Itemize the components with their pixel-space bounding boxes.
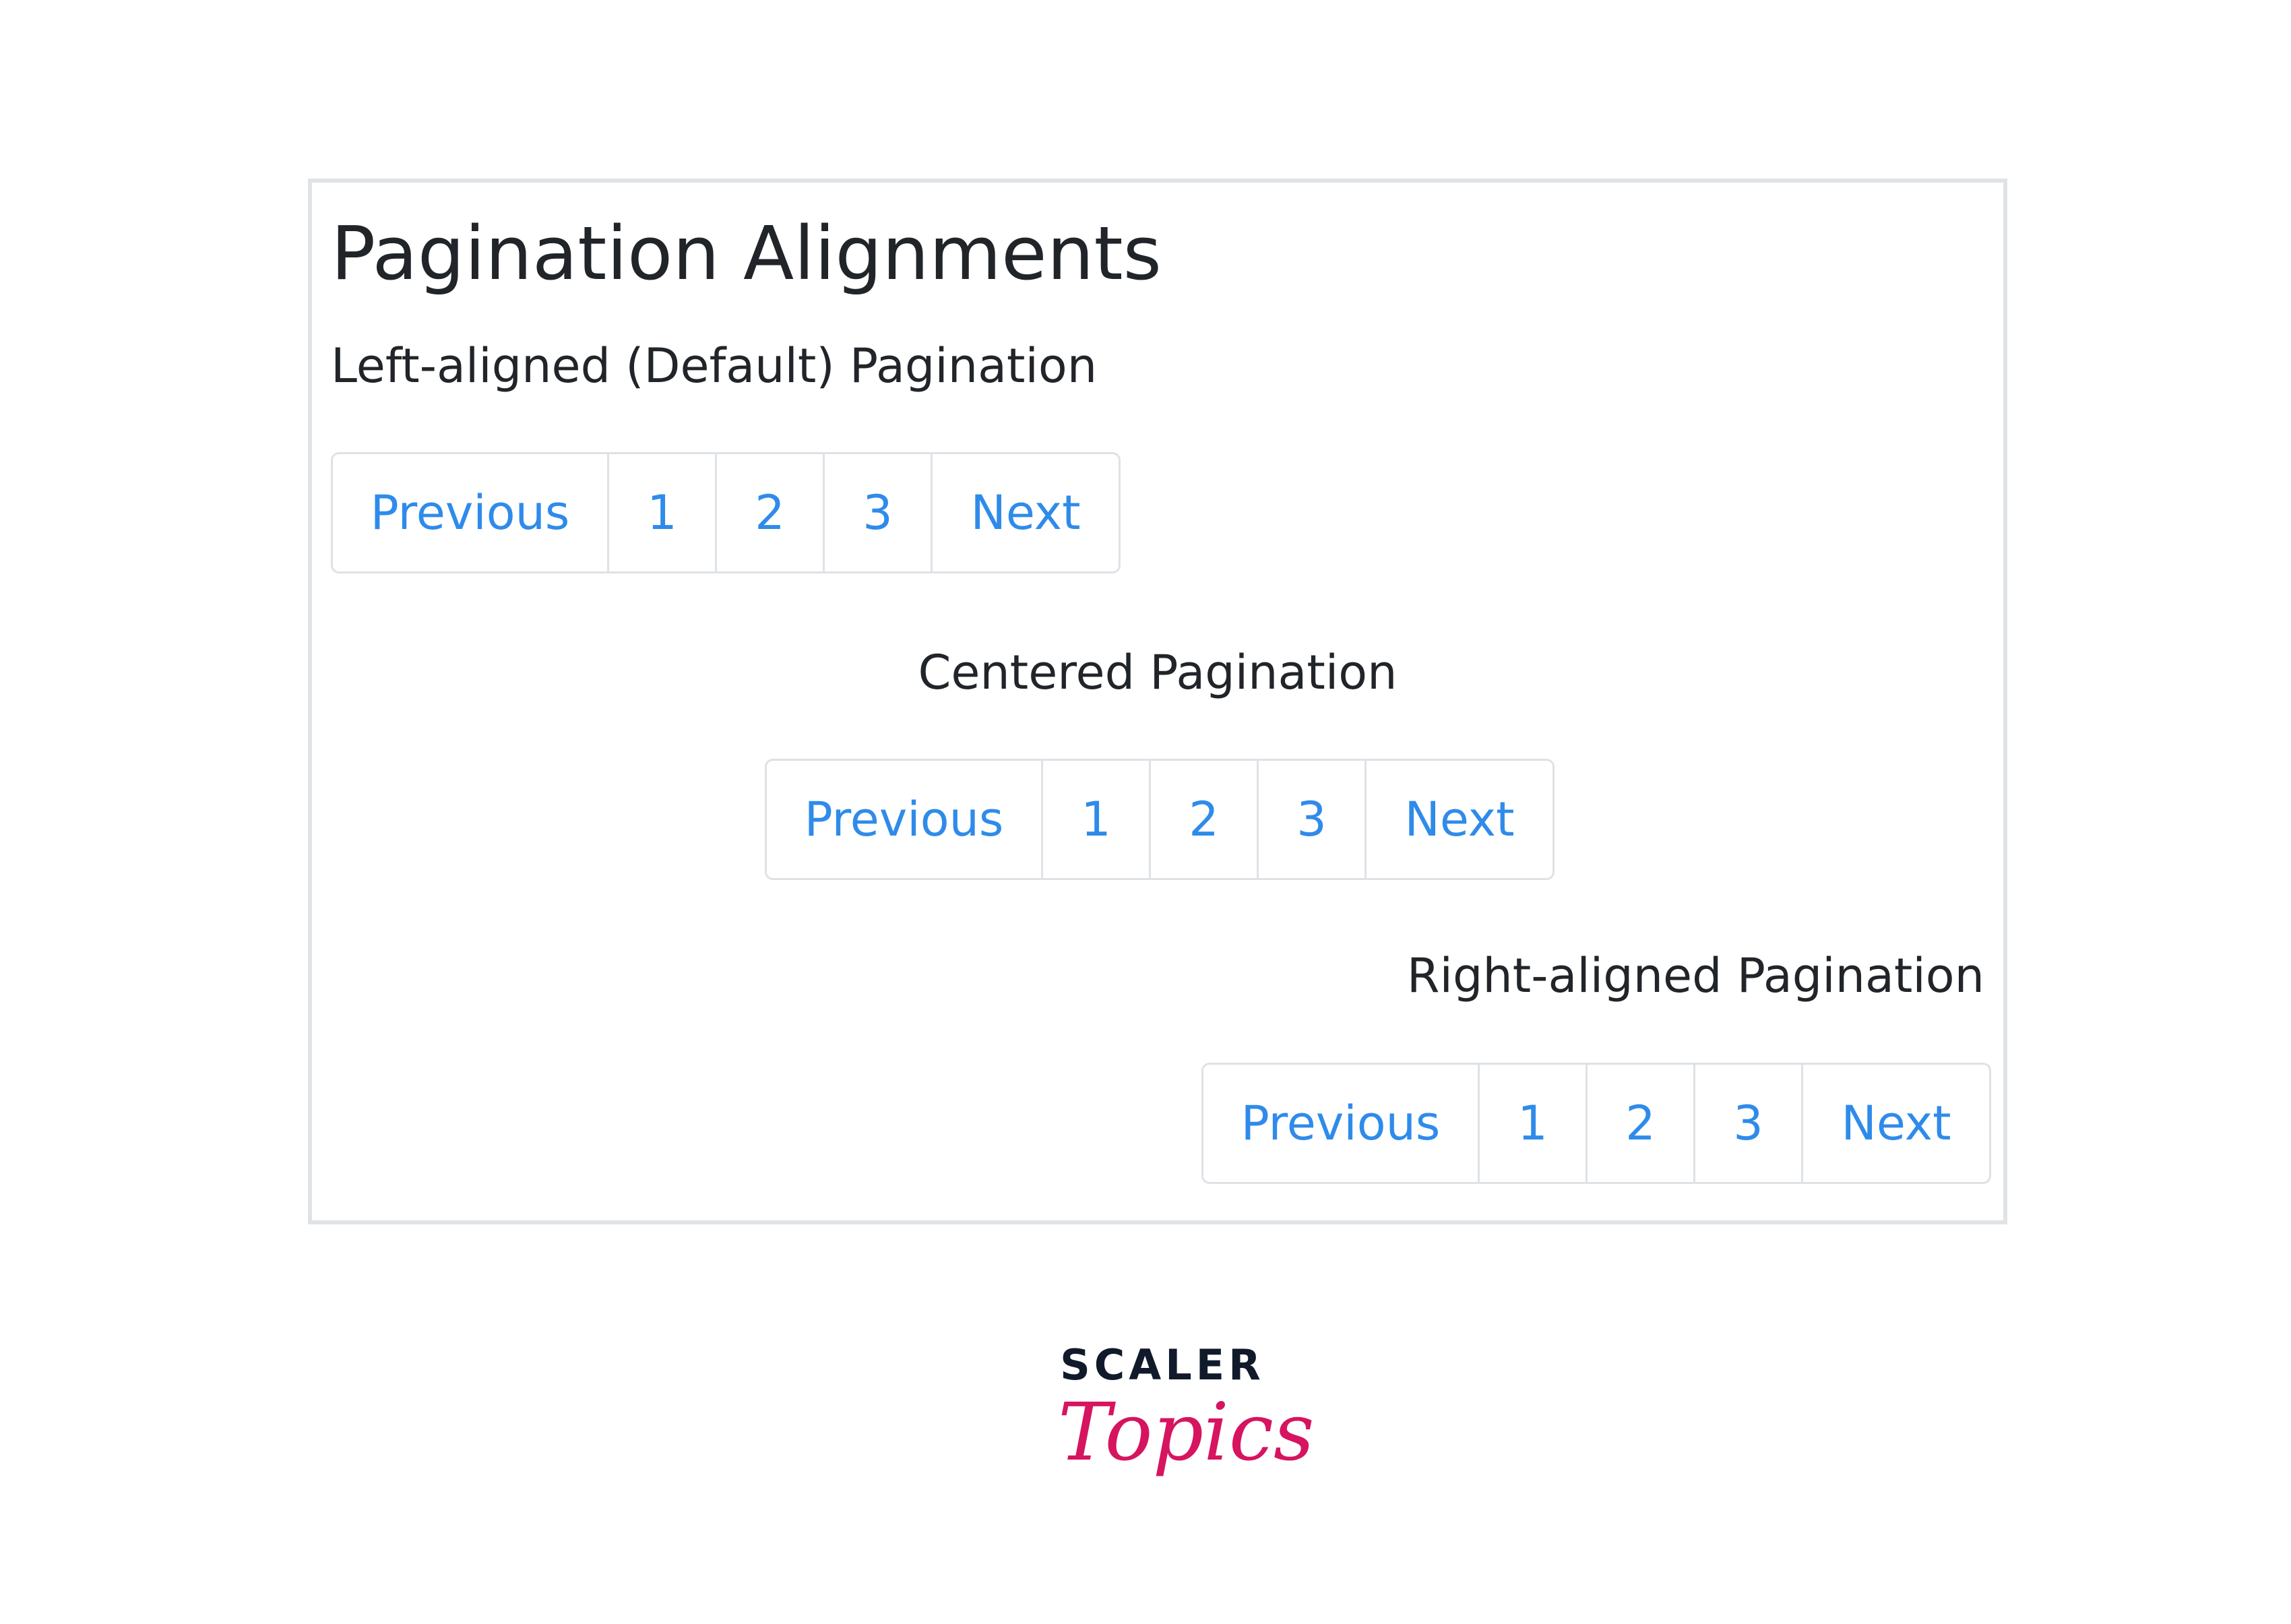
page-3-link[interactable]: 3: [1257, 761, 1364, 878]
centered-pagination: Previous 1 2 3 Next: [765, 759, 1555, 880]
right-pagination-label: Right-aligned Pagination: [1406, 948, 1984, 1003]
next-link[interactable]: Next: [1364, 761, 1552, 878]
centered-pagination-label: Centered Pagination: [918, 645, 1398, 700]
page-1-link[interactable]: 1: [1478, 1065, 1586, 1182]
previous-link[interactable]: Previous: [333, 454, 607, 571]
next-link[interactable]: Next: [1801, 1065, 1989, 1182]
page-3-link[interactable]: 3: [1693, 1065, 1801, 1182]
logo-wordmark-topics: Topics: [1058, 1385, 1315, 1478]
page-2-link[interactable]: 2: [715, 454, 823, 571]
logo-wordmark-scaler: SCALER: [1060, 1340, 1265, 1389]
demo-frame: Pagination Alignments Left-aligned (Defa…: [308, 179, 2007, 1224]
left-aligned-pagination: Previous 1 2 3 Next: [331, 452, 1121, 573]
page-1-link[interactable]: 1: [607, 454, 715, 571]
page-2-link[interactable]: 2: [1149, 761, 1257, 878]
scaler-topics-logo: SCALER Topics: [1058, 1340, 1315, 1520]
page-1-link[interactable]: 1: [1041, 761, 1149, 878]
page-title: Pagination Alignments: [331, 210, 1162, 296]
left-pagination-label: Left-aligned (Default) Pagination: [331, 338, 1098, 394]
page-2-link[interactable]: 2: [1586, 1065, 1693, 1182]
previous-link[interactable]: Previous: [767, 761, 1041, 878]
next-link[interactable]: Next: [931, 454, 1119, 571]
previous-link[interactable]: Previous: [1203, 1065, 1478, 1182]
right-aligned-pagination: Previous 1 2 3 Next: [1201, 1063, 1991, 1184]
page-3-link[interactable]: 3: [823, 454, 931, 571]
